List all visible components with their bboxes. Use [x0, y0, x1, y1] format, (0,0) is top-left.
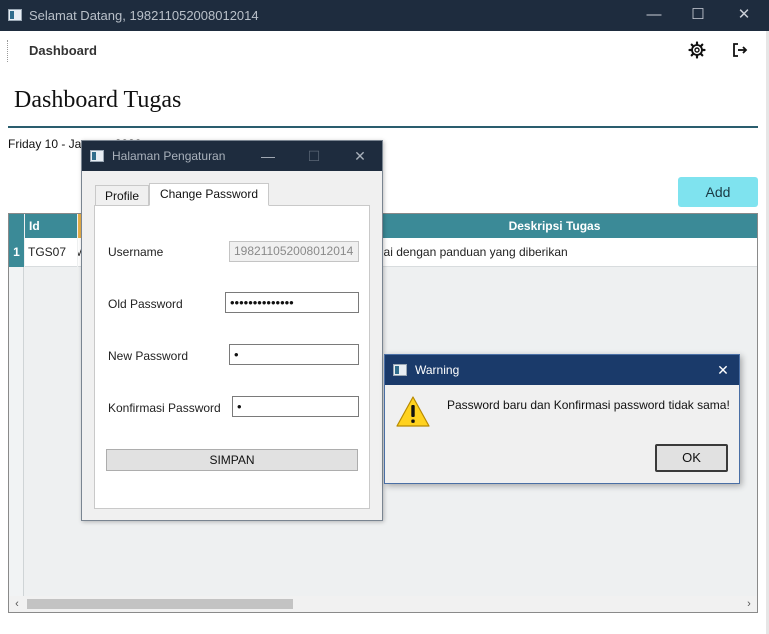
horizontal-scrollbar[interactable]: ‹ › — [9, 596, 757, 612]
gear-icon — [688, 41, 706, 59]
new-password-field[interactable]: • — [229, 344, 359, 365]
close-button[interactable]: ✕ — [734, 6, 754, 24]
warning-message: Password baru dan Konfirmasi password ti… — [447, 398, 730, 412]
corner-header — [9, 214, 24, 238]
settings-close-button[interactable]: ✕ — [350, 146, 370, 166]
new-password-label: New Password — [108, 349, 189, 363]
nav-dashboard[interactable]: Dashboard — [29, 43, 97, 58]
column-header-description[interactable]: Deskripsi Tugas — [382, 214, 757, 238]
page-title: Dashboard Tugas — [14, 87, 182, 113]
toolbar-grip — [7, 40, 8, 62]
scroll-thumb[interactable] — [27, 599, 293, 609]
settings-minimize-button[interactable]: — — [258, 146, 278, 166]
warning-icon — [396, 396, 430, 427]
warning-close-button[interactable]: ✕ — [713, 360, 733, 380]
column-header-id[interactable]: Id Tugas — [25, 214, 77, 257]
tab-profile[interactable]: Profile — [95, 185, 149, 206]
old-password-field[interactable]: •••••••••••••• — [225, 292, 359, 313]
maximize-button[interactable]: ☐ — [688, 6, 708, 24]
dialog-app-icon — [90, 150, 104, 162]
cell-id[interactable]: TGS07 — [25, 238, 77, 267]
minimize-button[interactable]: — — [644, 6, 664, 24]
warning-dialog: Warning ✕ Password baru dan Konfirmasi p… — [384, 354, 740, 484]
confirm-password-field[interactable]: • — [232, 396, 359, 417]
tab-change-password[interactable]: Change Password — [149, 183, 269, 206]
save-button[interactable]: SIMPAN — [106, 449, 358, 471]
logout-button[interactable] — [731, 41, 749, 59]
warning-dialog-title: Warning — [415, 363, 460, 377]
settings-dialog: Halaman Pengaturan — ☐ ✕ Profile Change … — [81, 140, 383, 521]
app-icon — [8, 9, 22, 21]
add-button[interactable]: Add — [678, 177, 758, 207]
scroll-right-arrow[interactable]: › — [741, 596, 757, 612]
settings-dialog-title: Halaman Pengaturan — [112, 149, 226, 163]
ok-button[interactable]: OK — [655, 444, 728, 472]
title-divider — [8, 126, 758, 128]
settings-button[interactable] — [688, 41, 706, 59]
row-header-column — [9, 214, 24, 598]
change-password-panel: Username 198211052008012014 Old Password… — [94, 205, 370, 509]
settings-dialog-titlebar: Halaman Pengaturan — ☐ ✕ — [82, 141, 382, 171]
warning-app-icon — [393, 364, 407, 376]
settings-maximize-button: ☐ — [307, 148, 321, 164]
scroll-left-arrow[interactable]: ‹ — [9, 596, 25, 612]
warning-dialog-titlebar: Warning ✕ — [385, 355, 739, 385]
window-title: Selamat Datang, 198211052008012014 — [29, 8, 259, 23]
app-header: Dashboard — [0, 31, 769, 71]
confirm-password-label: Konfirmasi Password — [108, 401, 221, 415]
logout-icon — [733, 43, 748, 57]
username-field: 198211052008012014 — [229, 241, 359, 262]
main-titlebar: Selamat Datang, 198211052008012014 — ☐ ✕ — [0, 0, 769, 31]
old-password-label: Old Password — [108, 297, 183, 311]
username-label: Username — [108, 245, 164, 259]
row-number[interactable]: 1 — [9, 238, 24, 267]
